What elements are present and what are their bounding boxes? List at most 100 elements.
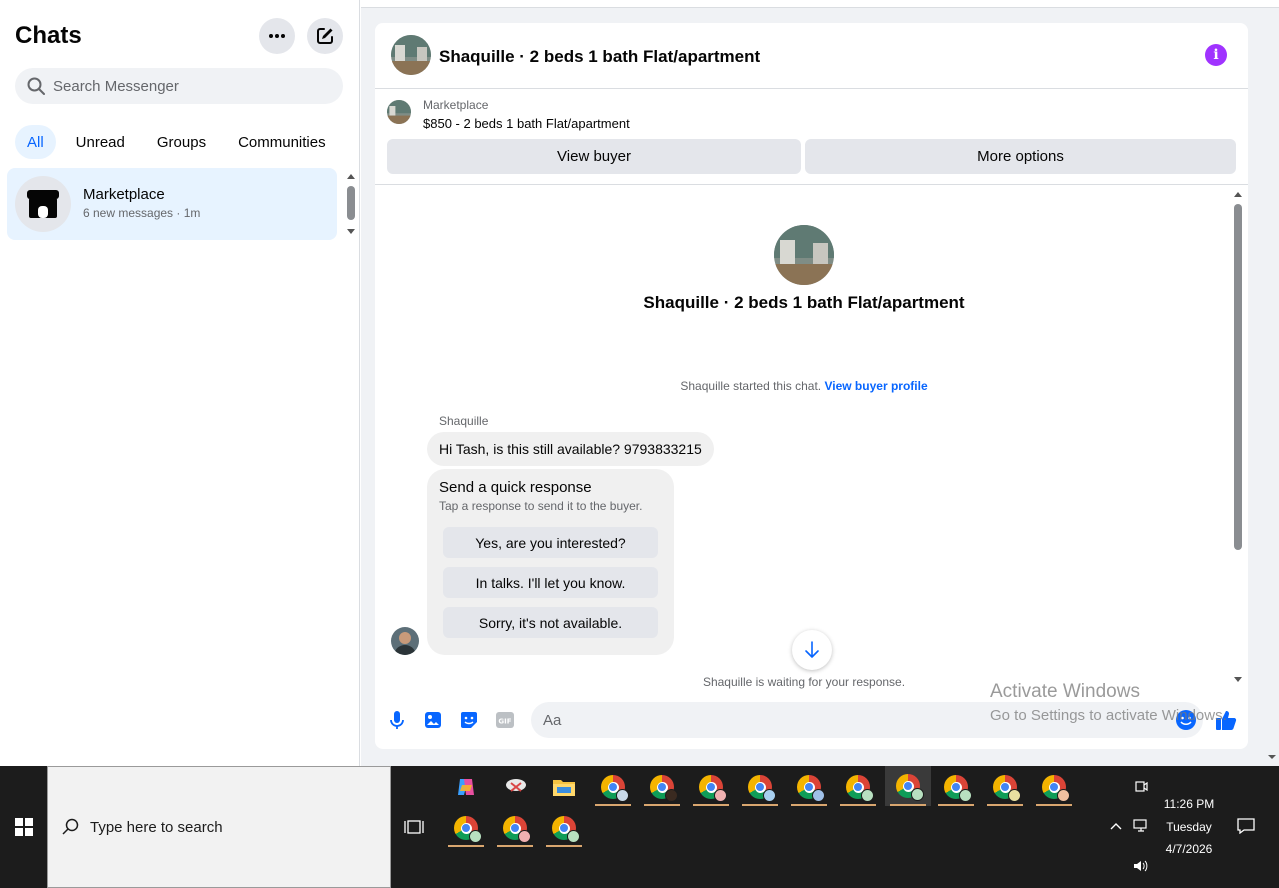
intro-title: Shaquille · 2 beds 1 bath Flat/apartment [643,293,965,312]
conversation-header: Shaquille · 2 beds 1 bath Flat/apartment… [375,23,1248,89]
scroll-to-bottom-button[interactable] [792,630,832,670]
show-hidden-icons-chevron-icon[interactable] [1108,818,1124,834]
taskbar-snipping-tool-app[interactable] [496,768,536,806]
page-scroll-down-icon[interactable] [1267,754,1277,760]
chat-list-item-marketplace[interactable]: Marketplace 6 new messages · 1m [7,168,337,240]
listing-thumbnail [387,100,411,124]
ellipsis-icon [269,34,285,38]
scroll-up-arrow-icon[interactable] [1231,190,1245,198]
new-message-button[interactable] [307,18,343,54]
messages-scroll-thumb[interactable] [1234,204,1242,550]
marketplace-avatar [15,176,71,232]
storefront-icon [27,190,59,218]
quick-response-option[interactable]: Yes, are you interested? [443,527,658,558]
notifications-icon[interactable] [1236,817,1256,835]
chrome-icon [552,816,580,843]
chrome-icon [797,775,825,802]
scroll-down-arrow-icon[interactable] [1231,676,1245,684]
room-photo-icon [774,225,834,285]
taskbar-chrome-window[interactable] [593,768,633,806]
taskbar-chrome-window[interactable] [446,809,486,847]
folder-icon [553,780,575,796]
clock-date[interactable]: 4/7/2026 [1158,842,1220,856]
more-options-button[interactable] [259,18,295,54]
chrome-icon [503,816,531,843]
chat-sidebar: Chats Search Messenger All Unread Groups… [0,0,360,766]
clock-time[interactable]: 11:26 PM [1158,797,1220,811]
chrome-icon [896,774,924,801]
info-icon[interactable]: i [1205,44,1227,66]
chat-name: Marketplace [83,186,165,203]
start-button[interactable] [0,766,47,888]
divider [375,184,1248,185]
clock-day[interactable]: Tuesday [1158,820,1220,834]
message-sender: Shaquille [439,414,489,428]
chrome-icon [1042,775,1070,802]
gif-button[interactable]: GIF [494,709,516,731]
more-options-button[interactable]: More options [805,139,1236,174]
microphone-icon [390,711,404,729]
taskbar-chrome-window-active[interactable] [885,766,931,806]
taskbar-chrome-window[interactable] [838,768,878,806]
scroll-up-arrow-icon[interactable] [345,172,357,180]
search-input[interactable]: Search Messenger [15,68,343,104]
svg-text:GIF: GIF [498,718,511,726]
conversation-panel: Shaquille · 2 beds 1 bath Flat/apartment… [375,23,1248,749]
view-buyer-button[interactable]: View buyer [387,139,801,174]
taskbar-chrome-window[interactable] [936,768,976,806]
intro-avatar [774,225,834,285]
task-view-button[interactable] [403,816,425,838]
taskbar-chrome-window[interactable] [642,768,682,806]
sidebar-title: Chats [15,22,82,49]
windows-taskbar: Type here to search 11:26 PM Tuesday 4/7… [0,766,1279,888]
taskbar-chrome-window[interactable] [1034,768,1074,806]
meet-now-icon[interactable] [1133,778,1149,794]
quick-response-title: Send a quick response [439,479,592,496]
person-avatar-icon [391,627,419,655]
chrome-icon [846,775,874,802]
sticker-button[interactable] [458,709,480,731]
watermark-title: Activate Windows [990,681,1140,702]
network-icon[interactable] [1132,818,1150,834]
sidebar-scroll-thumb[interactable] [347,186,355,220]
search-placeholder: Search Messenger [53,77,179,95]
taskbar-chrome-window[interactable] [544,809,584,847]
taskbar-search-input[interactable]: Type here to search [47,766,391,888]
voice-clip-button[interactable] [386,709,408,731]
listing-source-label: Marketplace [423,98,489,112]
taskbar-chrome-window[interactable] [985,768,1025,806]
taskbar-chrome-window[interactable] [495,809,535,847]
quick-response-card: Send a quick response Tap a response to … [427,469,674,655]
copilot-icon [458,779,474,795]
view-buyer-profile-link[interactable]: View buyer profile [824,379,927,393]
taskbar-copilot-app[interactable] [446,768,486,806]
attach-photo-button[interactable] [422,709,444,731]
volume-icon[interactable] [1132,858,1150,874]
taskbar-file-explorer-app[interactable] [544,768,584,806]
quick-response-subtitle: Tap a response to send it to the buyer. [439,499,643,513]
chat-preview: 6 new messages · 1m [83,206,201,220]
search-icon [27,77,45,95]
taskbar-chrome-window[interactable] [740,768,780,806]
filter-communities[interactable]: Communities [226,125,338,159]
scroll-down-arrow-icon[interactable] [345,228,357,236]
filter-groups[interactable]: Groups [145,125,218,159]
message-input-placeholder: Aa [543,711,562,729]
sidebar-scrollbar[interactable] [345,172,357,236]
chrome-icon [650,775,678,802]
listing-price: $850 - 2 beds 1 bath Flat/apartment [423,116,630,131]
filter-unread[interactable]: Unread [64,125,137,159]
quick-response-option[interactable]: In talks. I'll let you know. [443,567,658,598]
chrome-icon [944,775,972,802]
gif-icon: GIF [496,712,514,728]
snipping-tool-icon [506,779,526,792]
quick-response-option[interactable]: Sorry, it's not available. [443,607,658,638]
chrome-icon [748,775,776,802]
filter-all[interactable]: All [15,125,56,159]
room-photo-icon [387,100,411,124]
windows-logo-icon [14,818,33,836]
taskbar-chrome-window[interactable] [691,768,731,806]
taskbar-chrome-window[interactable] [789,768,829,806]
messages-scrollbar[interactable] [1231,188,1245,685]
listing-avatar[interactable] [391,35,431,75]
